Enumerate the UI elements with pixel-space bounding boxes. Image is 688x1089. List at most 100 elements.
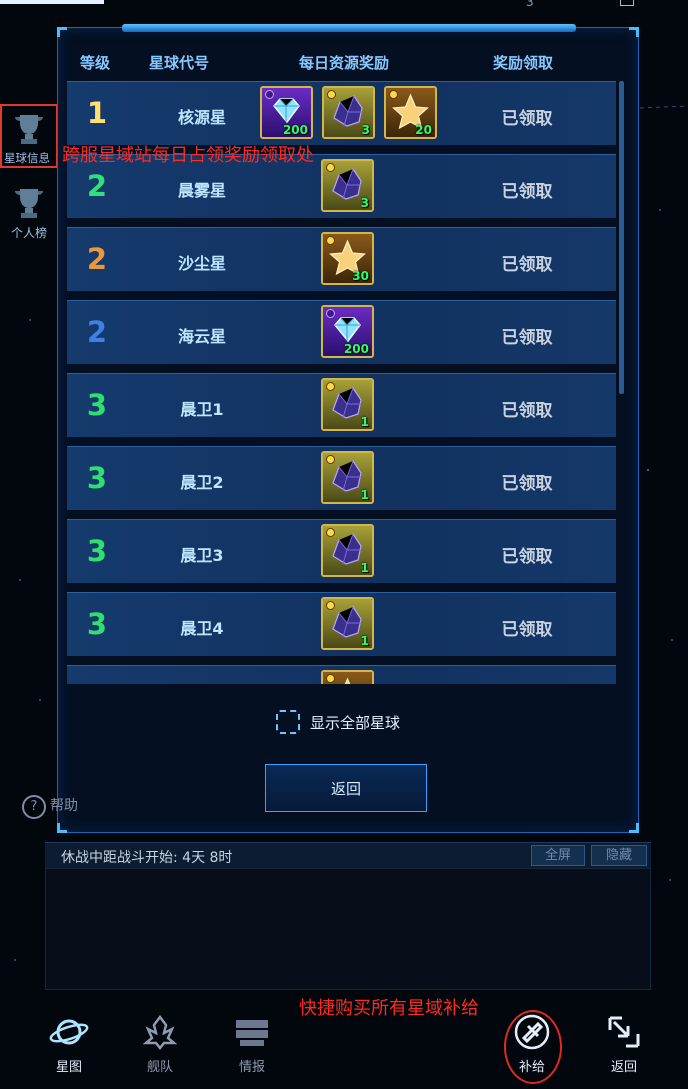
nav-fleet[interactable]: 舰队: [128, 1012, 192, 1075]
planet-rank: 2: [86, 169, 108, 203]
reward-item[interactable]: 200: [260, 86, 313, 139]
nav-star-map[interactable]: 星图: [37, 1012, 101, 1075]
battle-status-bar: 休战中距战斗开始: 4天 8时 全屏 隐藏: [45, 842, 651, 868]
checkbox[interactable]: [276, 710, 300, 734]
truce-countdown: 休战中距战斗开始: 4天 8时: [61, 850, 233, 866]
reward-quantity: 200: [282, 123, 308, 137]
hide-button[interactable]: 隐藏: [591, 845, 647, 866]
rarity-badge-icon: [326, 163, 335, 172]
rarity-badge-icon: [326, 309, 335, 318]
top-counter: 3: [526, 0, 534, 9]
help-label: 帮助: [50, 798, 78, 814]
planet-rank: 2: [86, 242, 108, 276]
panel-corner: [629, 27, 639, 37]
show-all-label: 显示全部星球: [310, 714, 401, 732]
planet-icon: [49, 1019, 89, 1045]
planet-name: 晨卫4: [180, 619, 224, 638]
planet-row: 3 晨卫2 1 已领取: [67, 446, 616, 510]
reward-item[interactable]: 1: [321, 378, 374, 431]
sidebar-item-label: 个人榜: [10, 226, 47, 240]
planet-name: 晨卫1: [180, 400, 224, 419]
claim-status[interactable]: 已领取: [467, 469, 587, 494]
nav-exit[interactable]: 返回: [592, 1012, 656, 1075]
planet-name: 核源星: [177, 108, 226, 127]
reward-quantity: 1: [360, 634, 369, 648]
planet-name: 沙尘星: [177, 254, 226, 273]
reward-item[interactable]: [321, 670, 374, 684]
reward-item[interactable]: 1: [321, 524, 374, 577]
fleet-icon: [142, 1014, 178, 1051]
panel-top-glow: [122, 24, 576, 32]
rarity-badge-icon: [326, 236, 335, 245]
planet-rank: 3: [86, 607, 108, 641]
column-header-rank: 等级: [80, 54, 111, 72]
nav-label: 返回: [610, 1060, 637, 1075]
claim-status[interactable]: 已领取: [467, 104, 587, 129]
planet-name: 海云星: [177, 327, 226, 346]
reward-item[interactable]: 3: [322, 86, 375, 139]
annotation-daily-reward: 跨服星域站每日占领奖励领取处: [62, 145, 314, 166]
planet-row: [67, 665, 616, 684]
rarity-badge-icon: [326, 382, 335, 391]
annotation-supply: 快捷购买所有星域补给: [299, 998, 479, 1019]
rarity-badge-icon: [326, 674, 335, 683]
reward-item[interactable]: 3: [321, 159, 374, 212]
claim-status[interactable]: 已领取: [467, 323, 587, 348]
nav-label: 情报: [238, 1060, 265, 1075]
rarity-badge-icon: [326, 601, 335, 610]
planet-row: 3 晨卫1 1 已领取: [67, 373, 616, 437]
panel-corner: [57, 823, 67, 833]
reward-item[interactable]: 1: [321, 597, 374, 650]
reward-item[interactable]: 200: [321, 305, 374, 358]
reward-quantity: 30: [352, 269, 369, 283]
planet-name: 晨卫3: [180, 546, 224, 565]
exit-icon: [608, 1016, 640, 1048]
planet-row: 2 沙尘星 30 已领取: [67, 227, 616, 291]
fullscreen-button[interactable]: 全屏: [531, 845, 585, 866]
panel-corner: [629, 823, 639, 833]
claim-status[interactable]: 已领取: [467, 542, 587, 567]
sidebar-item-label: 星球信息: [4, 151, 50, 165]
planet-rank: 3: [86, 534, 108, 568]
battle-log[interactable]: [45, 868, 651, 990]
claim-status[interactable]: 已领取: [467, 250, 587, 275]
rarity-badge-icon: [389, 90, 398, 99]
reward-item[interactable]: 1: [321, 451, 374, 504]
panel-back-button[interactable]: 返回: [265, 764, 427, 812]
planet-rank: 2: [86, 315, 108, 349]
claim-status[interactable]: 已领取: [467, 177, 587, 202]
intel-icon: [236, 1020, 268, 1046]
top-status-bar: 3: [0, 0, 688, 18]
reward-quantity: 3: [360, 196, 369, 210]
reward-item[interactable]: 30: [321, 232, 374, 285]
reward-quantity: 20: [415, 123, 432, 137]
list-scrollbar[interactable]: [619, 81, 624, 394]
planet-row: 3 晨卫3 1 已领取: [67, 519, 616, 583]
sidebar-item-personal-rank[interactable]: 个人榜: [0, 180, 58, 246]
rarity-badge-icon: [326, 528, 335, 537]
reward-quantity: 1: [360, 415, 369, 429]
menu-icon[interactable]: [620, 0, 634, 6]
planet-rank: 1: [86, 96, 108, 130]
planet-name: 晨雾星: [177, 181, 226, 200]
sidebar-item-planet-info[interactable]: 星球信息: [0, 104, 58, 168]
nav-intel[interactable]: 情报: [220, 1012, 284, 1075]
trophy-icon: [15, 115, 43, 144]
claim-status[interactable]: 已领取: [467, 615, 587, 640]
nav-label: 星图: [55, 1060, 82, 1075]
column-header-planet-code: 星球代号: [149, 54, 210, 72]
planet-name: 晨卫2: [180, 473, 224, 492]
trophy-icon: [15, 189, 43, 218]
rarity-badge-icon: [265, 90, 274, 99]
help-button[interactable]: ? 帮助: [22, 795, 78, 819]
claim-status[interactable]: 已领取: [467, 396, 587, 421]
rarity-badge-icon: [327, 90, 336, 99]
top-bar-fragment: [0, 0, 104, 4]
help-icon: ?: [22, 795, 46, 819]
planet-list[interactable]: 1 核源星 200 3 20 已领取 2 晨雾星 3 已领取 2 沙尘星 30 已领取 2 海云星 200 已领取…: [67, 81, 617, 684]
panel-corner: [57, 27, 67, 37]
reward-item[interactable]: 20: [384, 86, 437, 139]
nav-label: 舰队: [146, 1060, 173, 1075]
rarity-badge-icon: [326, 455, 335, 464]
column-header-claim: 奖励领取: [493, 54, 554, 72]
